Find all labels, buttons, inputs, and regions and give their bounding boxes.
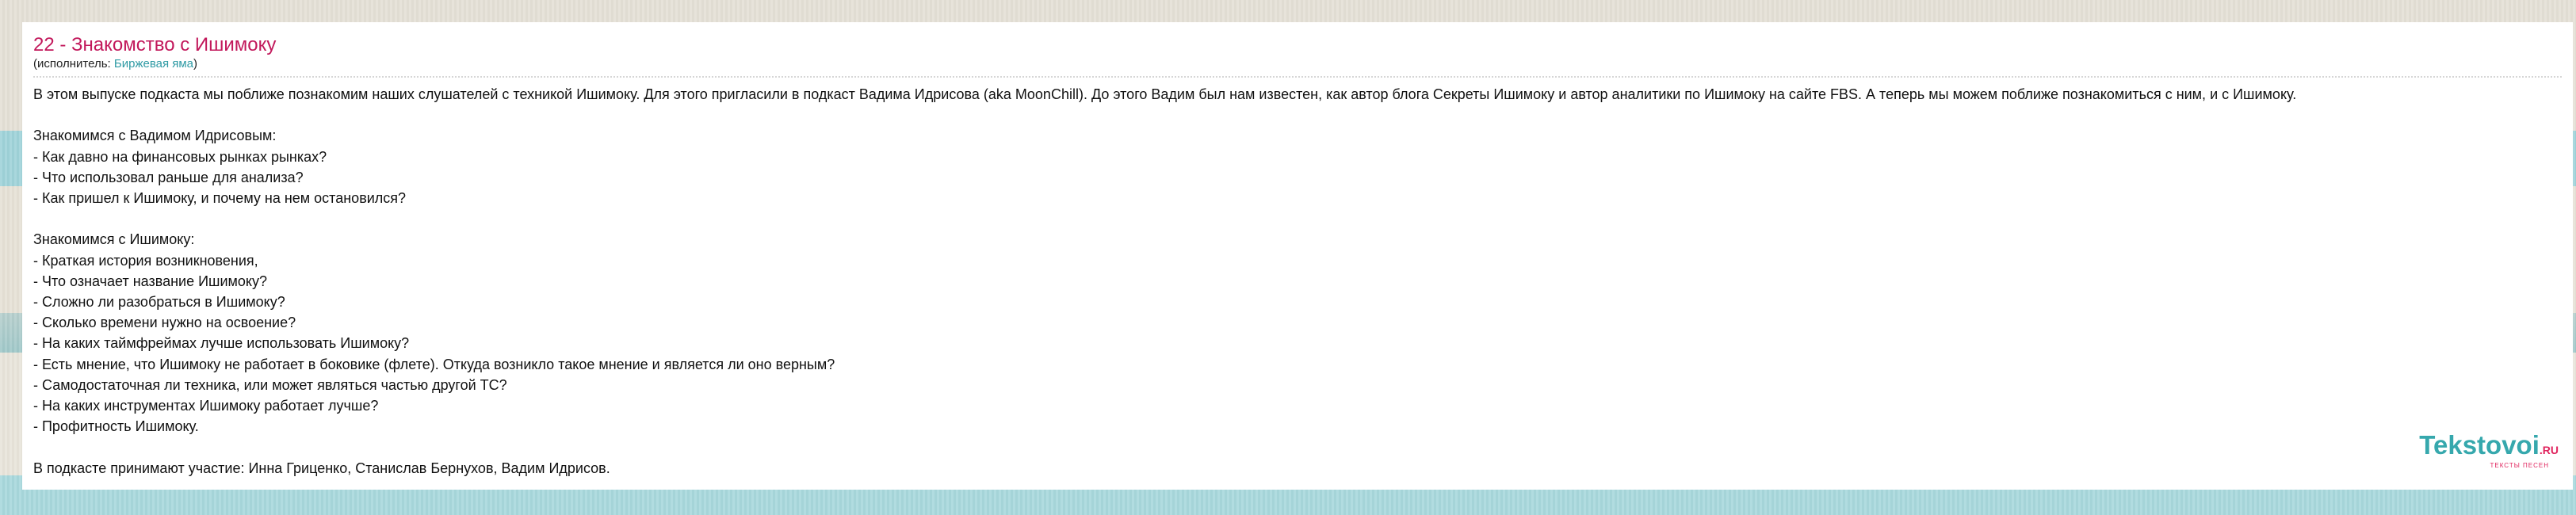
lyrics-panel: 22 - Знакомство с Ишимоку (исполнитель: … <box>22 22 2573 490</box>
performer-prefix: (исполнитель: <box>33 57 114 71</box>
lyrics-intro: В этом выпуске подкаста мы поближе позна… <box>33 86 2297 102</box>
lyrics-line: - Профитность Ишимоку. <box>33 418 199 435</box>
lyrics-text: В этом выпуске подкаста мы поближе позна… <box>33 84 2562 479</box>
lyrics-line: - На каких инструментах Ишимоку работает… <box>33 398 379 414</box>
lyrics-line: - Что означает название Ишимоку? <box>33 273 267 289</box>
performer-line: (исполнитель: Биржевая яма) <box>33 57 2562 71</box>
performer-link[interactable]: Биржевая яма <box>114 57 193 71</box>
lyrics-line: - Как пришел к Ишимоку, и почему на нем … <box>33 190 407 206</box>
lyrics-line: - Самодостаточная ли техника, или может … <box>33 376 507 393</box>
logo-name: Tekstovoi <box>2419 430 2540 460</box>
lyrics-line: Знакомимся с Вадимом Идрисовым: <box>33 128 277 144</box>
song-title: 22 - Знакомство с Ишимоку <box>33 34 277 55</box>
lyrics-line: Знакомимся с Ишимоку: <box>33 231 195 248</box>
lyrics-line: - На каких таймфреймах лучше использоват… <box>33 335 410 352</box>
lyrics-line: - Как давно на финансовых рынках рынках? <box>33 148 327 165</box>
title-divider <box>33 76 2562 78</box>
lyrics-line: - Краткая история возникновения, <box>33 252 258 269</box>
performer-suffix: ) <box>193 57 198 71</box>
lyrics-line: - Что использовал раньше для анализа? <box>33 169 304 185</box>
lyrics-outro: В подкасте принимают участие: Инна Грице… <box>33 460 610 476</box>
logo-tld: .RU <box>2539 444 2559 456</box>
site-logo[interactable]: Tekstovoi.RU ТЕКСТЫ ПЕСЕН <box>2419 430 2559 470</box>
lyrics-line: - Сложно ли разобраться в Ишимоку? <box>33 294 285 310</box>
lyrics-line: - Сколько времени нужно на освоение? <box>33 315 296 331</box>
lyrics-line: - Есть мнение, что Ишимоку не работает в… <box>33 356 835 372</box>
